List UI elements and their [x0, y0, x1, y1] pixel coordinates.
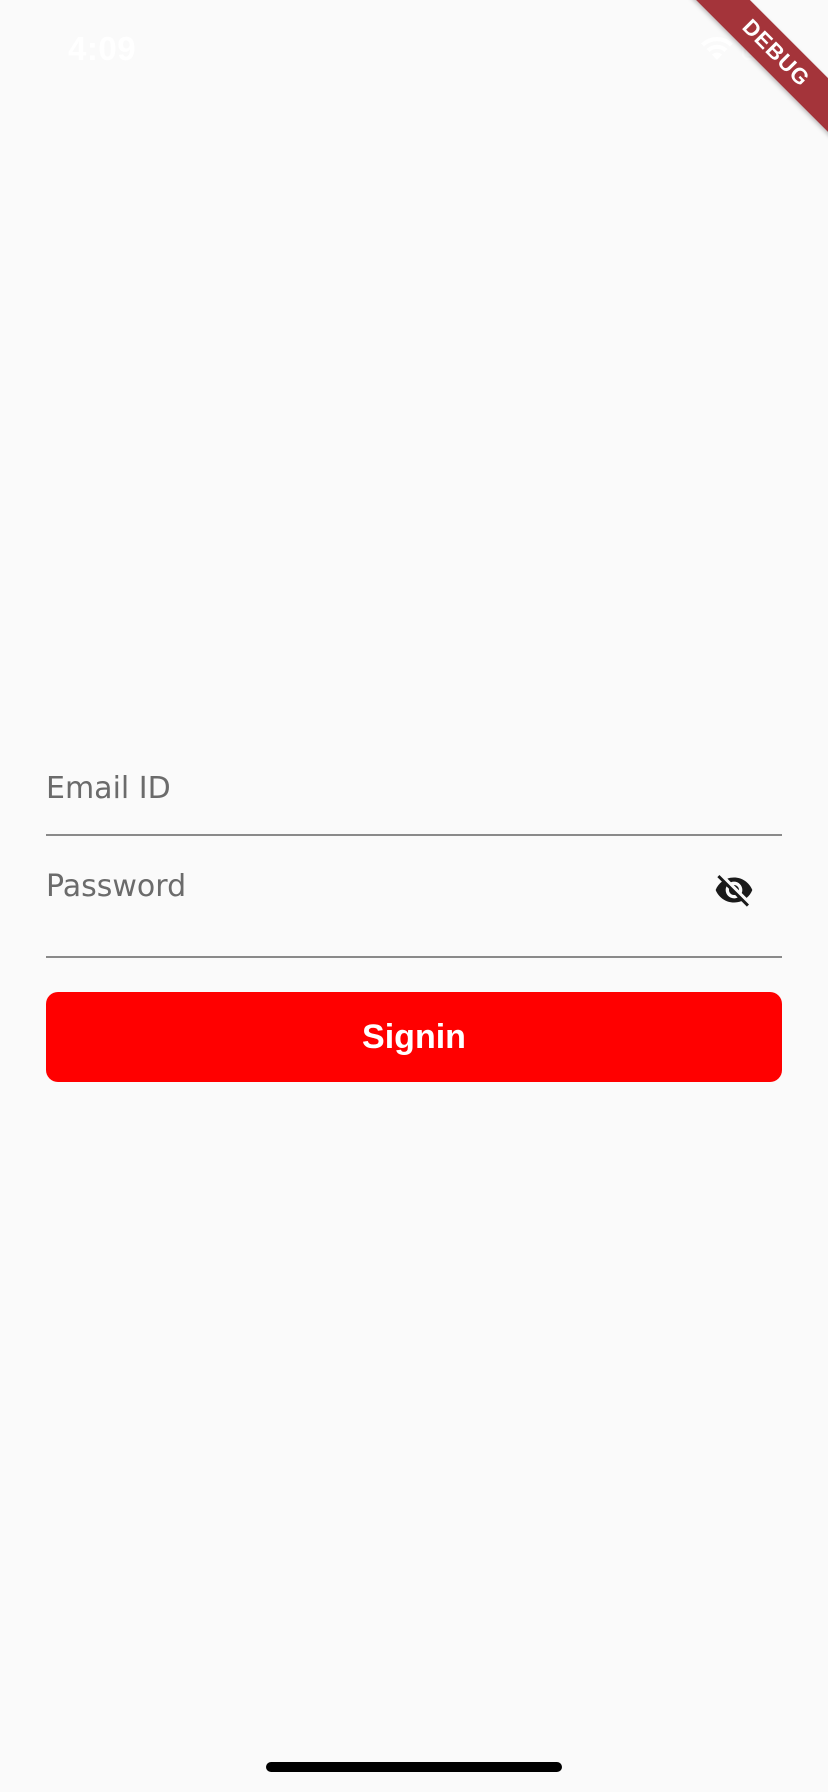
login-screen: 4:09 DEBUG Signin — [0, 0, 828, 1792]
password-visibility-toggle[interactable] — [710, 866, 758, 914]
status-time: 4:09 — [68, 30, 137, 67]
battery-icon — [742, 38, 790, 60]
login-form: Signin — [46, 740, 782, 1082]
password-field — [46, 836, 782, 958]
password-input[interactable] — [46, 864, 686, 908]
eye-off-icon — [715, 875, 753, 907]
email-input[interactable] — [46, 766, 686, 810]
status-bar: 4:09 — [0, 0, 828, 100]
home-indicator[interactable] — [266, 1762, 562, 1772]
signin-button[interactable]: Signin — [46, 992, 782, 1082]
email-field — [46, 740, 782, 836]
wifi-icon — [701, 37, 733, 60]
